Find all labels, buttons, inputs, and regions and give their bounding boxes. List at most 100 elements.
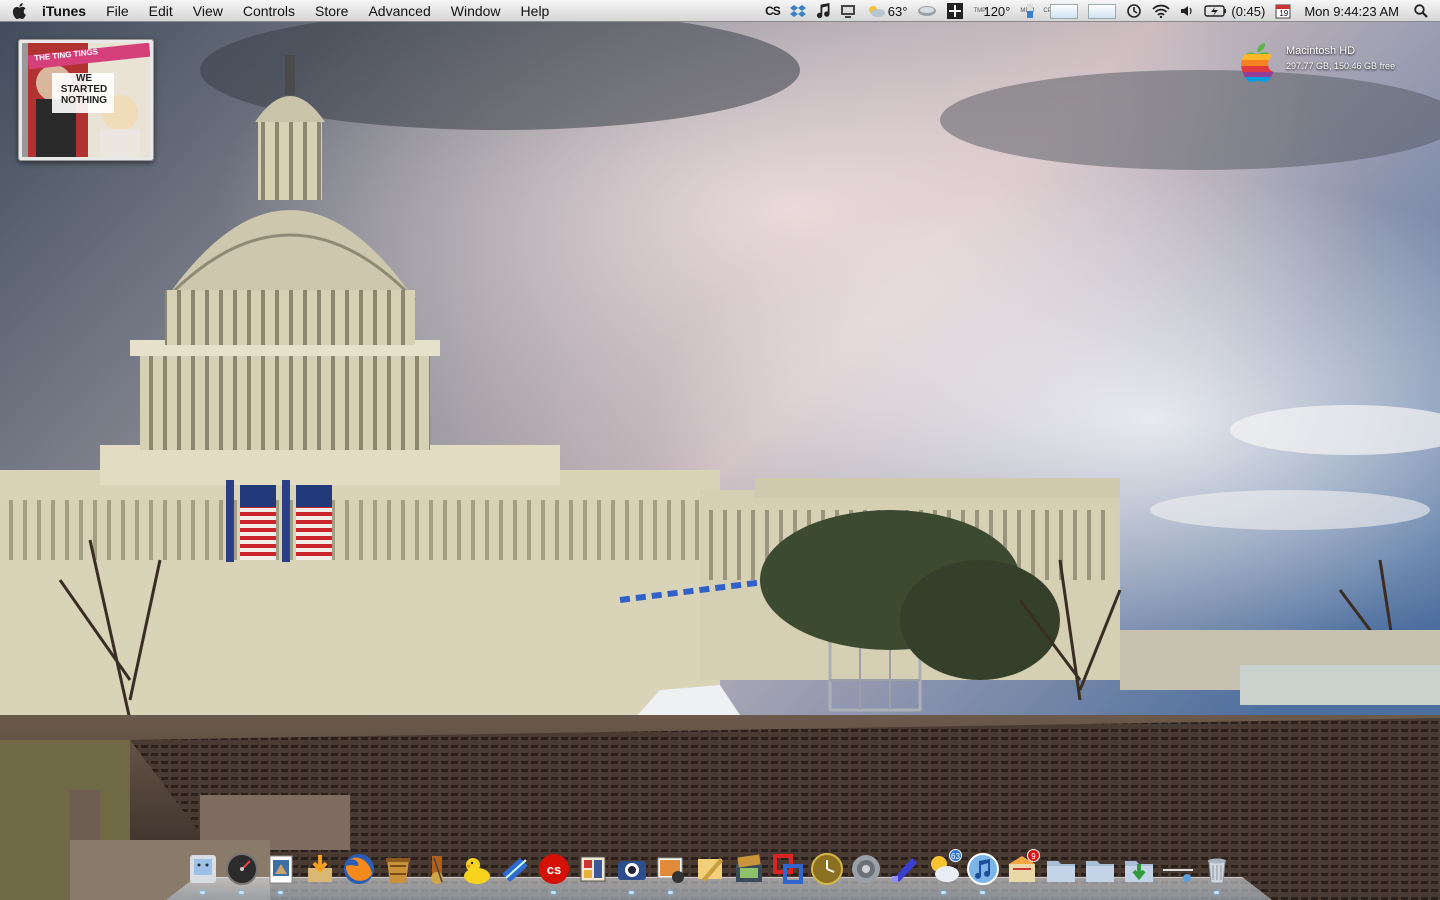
lastfm-icon: cs xyxy=(538,854,569,884)
network-graph xyxy=(1088,3,1117,19)
calendar-day: 19 xyxy=(1279,9,1289,18)
dock-badge: 63 xyxy=(949,849,962,862)
menu-controls[interactable]: Controls xyxy=(233,0,305,22)
album-art-widget[interactable]: THE TING TINGS WE STARTED NOTHING xyxy=(18,39,154,161)
iphoto-icon xyxy=(657,857,684,883)
folder-icon xyxy=(1085,861,1114,882)
dropbox-menu-extra[interactable] xyxy=(785,0,811,22)
dock-item-camera[interactable] xyxy=(613,850,650,894)
running-indicator xyxy=(200,891,205,894)
dock-item-xcode[interactable] xyxy=(496,850,533,888)
apple-menu[interactable] xyxy=(0,0,38,22)
menu-advanced[interactable]: Advanced xyxy=(358,0,440,22)
menu-edit[interactable]: Edit xyxy=(139,0,183,22)
battery-time: (0:45) xyxy=(1231,3,1266,19)
running-indicator xyxy=(1214,891,1219,894)
memory-bar-icon xyxy=(1027,4,1034,18)
dock-item-itunes[interactable] xyxy=(964,850,1001,894)
running-indicator xyxy=(941,891,946,894)
cpu-label: CPU xyxy=(1043,8,1056,14)
dock-item-folder-b[interactable] xyxy=(1081,850,1118,888)
firefox-icon xyxy=(343,854,374,884)
dock-item-preview[interactable] xyxy=(262,850,299,894)
dock-item-dashboard[interactable] xyxy=(223,850,260,894)
wifi-menu-extra[interactable] xyxy=(1147,0,1175,22)
clock-icon xyxy=(810,853,843,885)
spotlight-button[interactable] xyxy=(1409,0,1440,22)
running-indicator xyxy=(278,891,283,894)
album-cover: THE TING TINGS WE STARTED NOTHING xyxy=(22,43,150,157)
dock-item-separator[interactable] xyxy=(1159,850,1196,888)
parallels-icon xyxy=(772,854,803,884)
memory-menu-extra[interactable]: MEM xyxy=(1015,0,1038,22)
apple-logo-icon xyxy=(12,2,26,19)
clock-text: Mon 9:44:23 AM xyxy=(1304,3,1399,19)
dock-item-finder[interactable] xyxy=(184,850,221,894)
dock-item-comic[interactable] xyxy=(574,850,611,888)
music-note-icon xyxy=(816,3,830,19)
downloads-icon xyxy=(307,855,332,882)
dock-item-trash[interactable] xyxy=(1198,850,1235,894)
running-indicator xyxy=(668,891,673,894)
weather-menu-extra[interactable]: 63° xyxy=(861,0,913,22)
time-machine-menu-extra[interactable] xyxy=(1121,0,1147,22)
dock-item-iphoto[interactable] xyxy=(652,850,689,894)
display-icon xyxy=(840,5,855,18)
running-indicator xyxy=(629,891,634,894)
menu-bar: iTunes File Edit View Controls Store Adv… xyxy=(0,0,1440,22)
memory-label: MEM xyxy=(1020,8,1034,14)
gear-icon xyxy=(851,855,880,883)
menu-store[interactable]: Store xyxy=(305,0,358,22)
fan-icon xyxy=(947,3,964,19)
volume-menu-extra[interactable] xyxy=(1175,0,1199,22)
dock-item-ftp[interactable] xyxy=(886,850,923,888)
running-indicator xyxy=(239,891,244,894)
dock-item-cyberduck[interactable] xyxy=(457,850,494,888)
dock-item-system-preferences[interactable] xyxy=(847,850,884,888)
menubar-clock[interactable]: Mon 9:44:23 AM xyxy=(1296,0,1409,22)
calendar-menu-extra[interactable]: 19 xyxy=(1270,0,1296,22)
dock-item-clock[interactable] xyxy=(808,850,845,888)
dock-item-downloads-app[interactable] xyxy=(301,850,338,888)
drive-menu-extra[interactable] xyxy=(912,0,942,22)
dock-item-stuff[interactable] xyxy=(379,850,416,888)
dock-item-folder-a[interactable] xyxy=(1042,850,1079,888)
folder-icon xyxy=(1046,861,1075,882)
app-menu-itunes[interactable]: iTunes xyxy=(38,0,96,22)
network-menu-extra[interactable] xyxy=(1083,0,1121,22)
dock-item-lastfm[interactable]: cs xyxy=(535,850,572,894)
menu-view[interactable]: View xyxy=(183,0,233,22)
menu-window[interactable]: Window xyxy=(441,0,511,22)
display-menu-extra[interactable] xyxy=(835,0,861,22)
finder-icon xyxy=(189,855,216,883)
comic-icon xyxy=(580,856,605,882)
dock-separator-icon xyxy=(1162,869,1193,882)
temperature-menu-extra[interactable]: TMP 120° xyxy=(968,0,1015,22)
menu-help[interactable]: Help xyxy=(511,0,560,22)
dock-item-weather[interactable]: 63 xyxy=(925,849,962,894)
dock-item-instruments[interactable] xyxy=(418,850,455,888)
dock-item-pencil[interactable] xyxy=(691,850,728,888)
dock-item-parallels[interactable] xyxy=(769,850,806,888)
wifi-icon xyxy=(1152,4,1171,18)
speaker-icon xyxy=(1181,6,1192,16)
dropbox-icon xyxy=(789,5,806,17)
xcode-icon xyxy=(501,858,528,882)
running-indicator xyxy=(980,891,985,894)
cpu-menu-extra[interactable]: CPU xyxy=(1038,0,1083,22)
camera-icon xyxy=(617,861,646,880)
cpu-graph xyxy=(1050,3,1079,19)
fan-menu-extra[interactable] xyxy=(942,0,968,22)
search-icon xyxy=(1414,4,1428,18)
temperature-label: TMP xyxy=(973,8,987,14)
menu-file[interactable]: File xyxy=(96,0,139,22)
dock-item-imovie[interactable] xyxy=(730,850,767,888)
dock-item-firefox[interactable] xyxy=(340,850,377,888)
lastfm-menu-extra[interactable]: CS xyxy=(760,0,785,22)
battery-menu-extra[interactable]: (0:45) xyxy=(1199,0,1270,22)
dock-item-downloads-stack[interactable] xyxy=(1120,850,1157,888)
dock-item-mail-box[interactable]: 9 xyxy=(1003,849,1040,888)
macintosh-hd-drive[interactable]: Macintosh HD 297.77 GB, 150.46 GB free xyxy=(1230,36,1430,86)
music-menu-extra[interactable] xyxy=(811,0,835,22)
temperature-reading: 120° xyxy=(983,3,1011,19)
